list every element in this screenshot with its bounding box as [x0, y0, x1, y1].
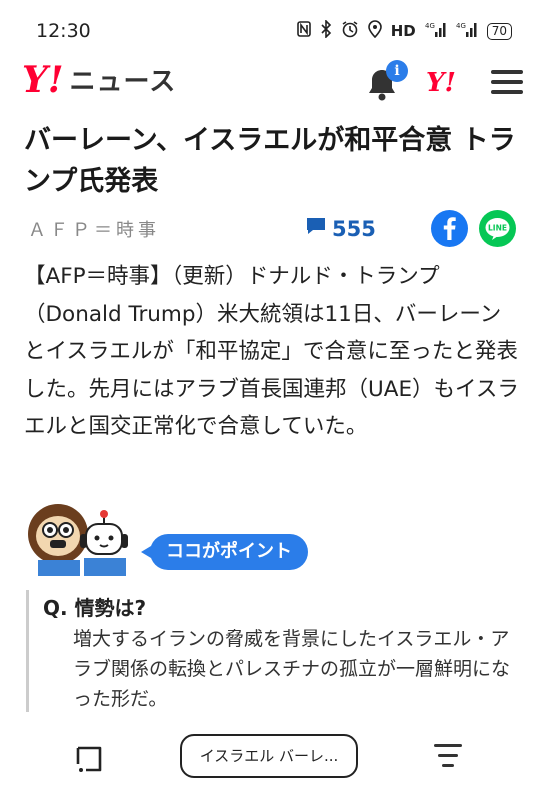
mascot-illustration: [24, 502, 134, 578]
battery-icon: 70: [486, 22, 512, 40]
article-source[interactable]: ＡＦＰ＝時事: [28, 216, 160, 242]
article-headline: バーレーン、イスラエルが和平合意 トランプ氏発表: [24, 125, 516, 197]
facebook-icon[interactable]: [431, 210, 468, 247]
point-label[interactable]: ココがポイント: [141, 534, 308, 570]
bluetooth-icon: [320, 19, 332, 42]
yahoo-icon[interactable]: Y!: [426, 68, 456, 98]
comment-icon: [305, 216, 332, 241]
svg-text:LINE: LINE: [488, 224, 507, 233]
alarm-icon: [341, 20, 359, 42]
svg-text:4G: 4G: [425, 22, 435, 30]
comment-count-button[interactable]: 555: [305, 216, 376, 241]
yahoo-news-logo[interactable]: Y! ニュース: [22, 62, 176, 98]
tabs-icon[interactable]: [74, 744, 104, 774]
signal-icon: 4G: [425, 21, 447, 41]
logo-text: ニュース: [69, 67, 177, 97]
search-input[interactable]: イスラエル バーレ...: [180, 734, 358, 778]
logo-mark: Y!: [22, 59, 64, 101]
svg-text:4G: 4G: [456, 22, 466, 30]
menu-icon[interactable]: [491, 70, 523, 96]
sort-icon[interactable]: [434, 744, 464, 772]
app-header: Y! ニュース i Y!: [0, 58, 540, 106]
point-qa: Q. 情勢は? 増大するイランの脅威を背景にしたイスラエル・アラブ関係の転換とパ…: [26, 590, 519, 712]
status-time: 12:30: [36, 20, 91, 42]
point-question: Q. 情勢は?: [43, 596, 147, 620]
comment-count: 555: [332, 216, 376, 241]
article-body: 【AFP＝時事】（更新）ドナルド・トランプ（Donald Trump）米大統領は…: [24, 264, 519, 439]
bottom-toolbar: イスラエル バーレ...: [0, 722, 540, 802]
network-label: HD: [390, 22, 416, 40]
notification-badge: i: [386, 60, 408, 82]
nfc-icon: [296, 21, 311, 41]
status-bar: 12:30 HD 4G 4G 70: [0, 0, 540, 58]
point-answer: 増大するイランの脅威を背景にしたイスラエル・アラブ関係の転換とパレスチナの孤立が…: [73, 628, 511, 710]
line-icon[interactable]: LINE: [479, 210, 516, 247]
status-icons: HD 4G 4G 70: [296, 19, 512, 42]
location-icon: [367, 20, 382, 42]
signal-icon-2: 4G: [456, 21, 478, 41]
